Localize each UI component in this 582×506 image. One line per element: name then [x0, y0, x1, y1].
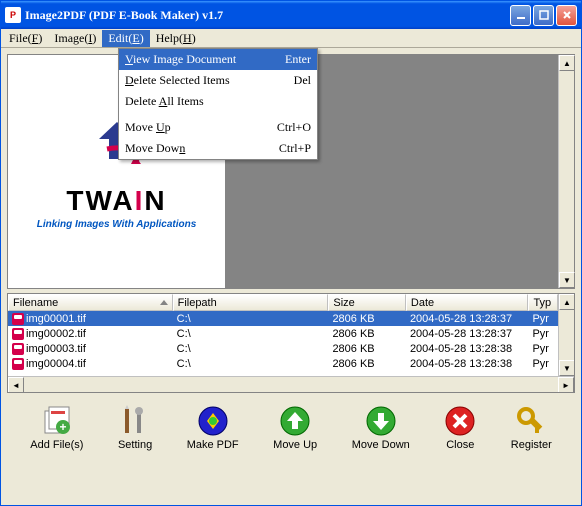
window-buttons — [510, 5, 577, 26]
add-files-button[interactable]: + Add File(s) — [26, 403, 87, 453]
add-files-icon: + — [41, 405, 73, 437]
col-date[interactable]: Date — [406, 294, 529, 311]
make-pdf-icon — [197, 405, 229, 437]
menu-help[interactable]: Help(H) — [150, 30, 202, 47]
register-icon — [515, 405, 547, 437]
scroll-down-icon[interactable]: ▼ — [559, 272, 575, 288]
col-type[interactable]: Typ — [528, 294, 558, 311]
svg-text:+: + — [59, 420, 66, 434]
maximize-button[interactable] — [533, 5, 554, 26]
menu-move-down[interactable]: Move Down Ctrl+P — [119, 138, 317, 159]
window-title: Image2PDF (PDF E-Book Maker) v1.7 — [25, 8, 510, 23]
close-icon — [562, 10, 572, 20]
setting-button[interactable]: Setting — [114, 403, 156, 453]
scroll-track[interactable] — [24, 377, 558, 392]
table-row[interactable]: img00001.tif C:\ 2806 KB 2004-05-28 13:2… — [8, 311, 558, 326]
file-icon — [12, 313, 24, 325]
file-icon — [12, 358, 24, 370]
register-button[interactable]: Register — [507, 403, 556, 453]
table-header: Filename Filepath Size Date Typ — [8, 294, 558, 311]
scroll-up-icon[interactable]: ▲ — [559, 55, 575, 71]
file-icon — [12, 343, 24, 355]
move-down-button[interactable]: Move Down — [348, 403, 414, 453]
edit-dropdown: View Image Document Enter Delete Selecte… — [118, 48, 318, 160]
file-table: Filename Filepath Size Date Typ img00001… — [7, 293, 575, 393]
twain-brand: TWAIN — [37, 185, 197, 217]
twain-tagline: Linking Images With Applications — [37, 219, 197, 230]
file-icon — [12, 328, 24, 340]
make-pdf-button[interactable]: Make PDF — [183, 403, 243, 453]
col-size[interactable]: Size — [328, 294, 406, 311]
menu-delete-all[interactable]: Delete All Items — [119, 91, 317, 112]
menu-view-image-document[interactable]: View Image Document Enter — [119, 49, 317, 70]
app-icon: P — [5, 7, 21, 23]
minimize-button[interactable] — [510, 5, 531, 26]
move-up-icon — [279, 405, 311, 437]
preview-scrollbar-v[interactable]: ▲ ▼ — [558, 55, 574, 288]
menu-image[interactable]: Image(I) — [48, 30, 102, 47]
table-row[interactable]: img00003.tif C:\ 2806 KB 2004-05-28 13:2… — [8, 341, 558, 356]
menu-delete-selected[interactable]: Delete Selected Items Del — [119, 70, 317, 91]
menubar: File(F) Image(I) Edit(E) Help(H) — [1, 29, 581, 48]
move-down-icon — [365, 405, 397, 437]
scroll-left-icon[interactable]: ◄ — [8, 377, 24, 393]
app-window: P Image2PDF (PDF E-Book Maker) v1.7 File… — [0, 0, 582, 506]
titlebar[interactable]: P Image2PDF (PDF E-Book Maker) v1.7 — [1, 1, 581, 29]
menu-separator — [120, 114, 316, 115]
minimize-icon — [516, 10, 526, 20]
move-up-button[interactable]: Move Up — [269, 403, 321, 453]
scroll-down-icon[interactable]: ▼ — [559, 360, 574, 376]
setting-icon — [119, 405, 151, 437]
col-filepath[interactable]: Filepath — [173, 294, 329, 311]
toolbar: + Add File(s) Setting Make PDF — [7, 397, 575, 459]
table-row[interactable]: img00004.tif C:\ 2806 KB 2004-05-28 13:2… — [8, 356, 558, 371]
close-button[interactable]: Close — [440, 403, 480, 453]
close-icon — [444, 405, 476, 437]
table-row[interactable]: img00002.tif C:\ 2806 KB 2004-05-28 13:2… — [8, 326, 558, 341]
table-scrollbar-v[interactable]: ▲ ▼ — [558, 294, 574, 376]
scroll-right-icon[interactable]: ► — [558, 377, 574, 393]
menu-move-up[interactable]: Move Up Ctrl+O — [119, 117, 317, 138]
menu-file[interactable]: File(F) — [3, 30, 48, 47]
scroll-up-icon[interactable]: ▲ — [559, 294, 574, 310]
table-scrollbar-h[interactable]: ◄ ► — [8, 376, 574, 392]
menu-edit[interactable]: Edit(E) — [102, 30, 149, 47]
close-window-button[interactable] — [556, 5, 577, 26]
maximize-icon — [539, 10, 549, 20]
col-filename[interactable]: Filename — [8, 294, 173, 311]
content-area: View Image Document Enter Delete Selecte… — [1, 48, 581, 505]
